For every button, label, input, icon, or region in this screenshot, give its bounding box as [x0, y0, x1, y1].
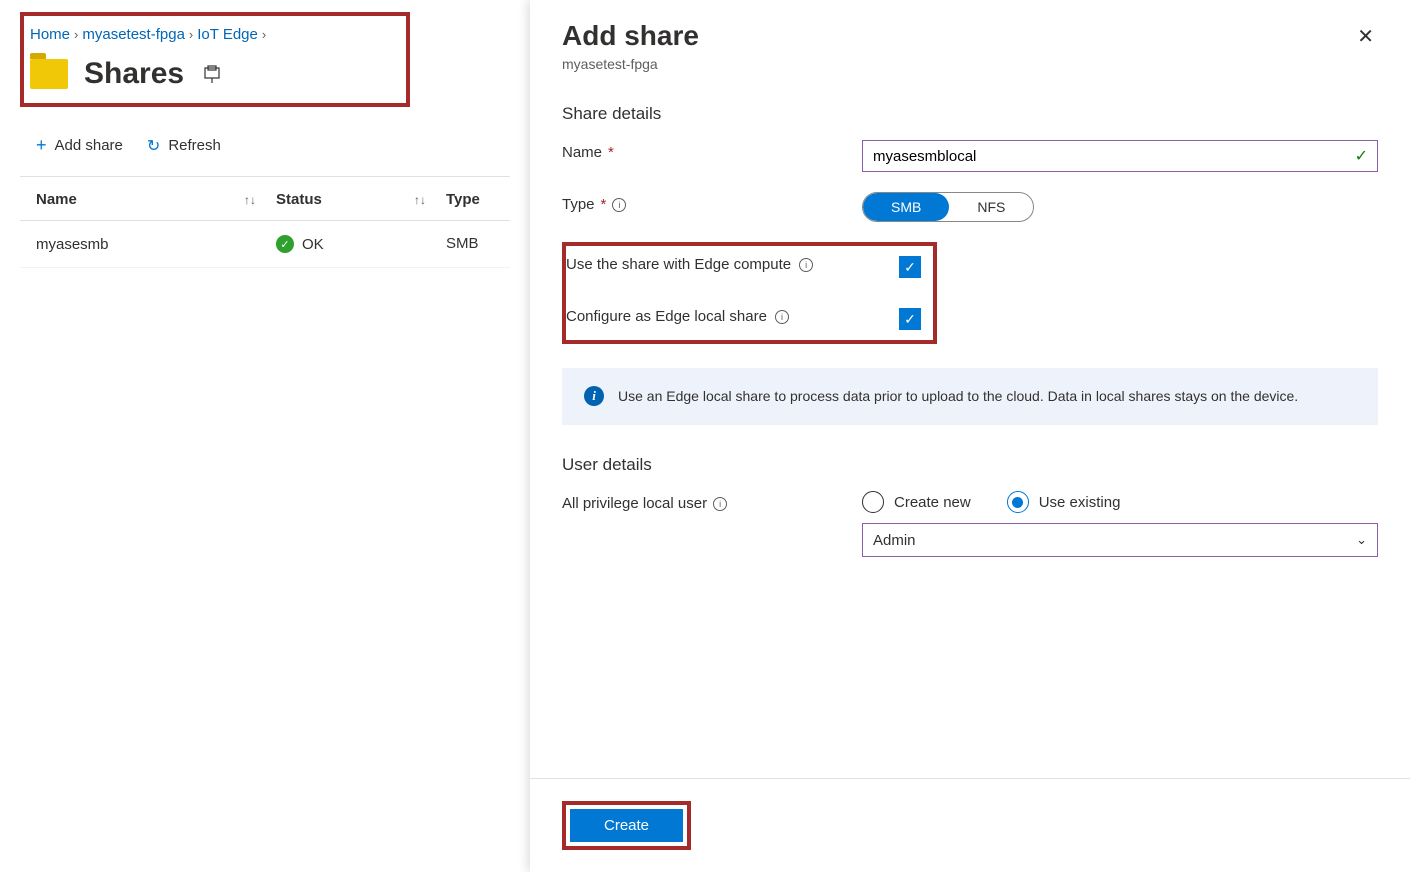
info-icon[interactable]: i	[612, 198, 626, 212]
status-text: OK	[302, 236, 324, 253]
breadcrumb-highlight: Home › myasetest-fpga › IoT Edge › Share…	[20, 12, 410, 107]
breadcrumb-home[interactable]: Home	[30, 26, 70, 43]
table-row[interactable]: myasesmb ✓ OK SMB	[20, 221, 510, 268]
create-new-radio[interactable]: Create new	[862, 491, 971, 513]
row-name: myasesmb	[36, 235, 276, 253]
configure-local-label: Configure as Edge local share	[566, 308, 767, 325]
plus-icon: +	[36, 135, 47, 156]
refresh-button[interactable]: ↻ Refresh	[147, 136, 221, 156]
sort-icon[interactable]: ↑↓	[244, 193, 256, 207]
use-existing-radio[interactable]: Use existing	[1007, 491, 1121, 513]
breadcrumb: Home › myasetest-fpga › IoT Edge ›	[30, 20, 394, 57]
name-label: Name	[562, 144, 602, 161]
panel-subtitle: myasetest-fpga	[562, 56, 699, 72]
close-icon[interactable]: ✕	[1353, 20, 1378, 53]
folder-icon	[30, 59, 68, 89]
col-name-header[interactable]: Name	[36, 191, 77, 208]
create-highlight: Create	[562, 801, 691, 850]
type-label: Type	[562, 196, 595, 213]
type-toggle: SMB NFS	[862, 192, 1034, 222]
privilege-label: All privilege local user	[562, 495, 707, 512]
radio-icon	[862, 491, 884, 513]
sort-icon[interactable]: ↑↓	[414, 193, 426, 207]
refresh-icon: ↻	[147, 136, 160, 156]
row-type: SMB	[446, 235, 494, 253]
col-status-header[interactable]: Status	[276, 191, 322, 208]
chevron-right-icon: ›	[189, 27, 193, 42]
type-smb-option[interactable]: SMB	[863, 193, 949, 221]
check-icon: ✓	[1355, 146, 1368, 166]
user-select[interactable]: Admin ⌄	[862, 523, 1378, 557]
share-details-heading: Share details	[562, 104, 1378, 124]
user-select-value: Admin	[873, 532, 916, 549]
add-share-label: Add share	[55, 137, 123, 154]
info-icon[interactable]: i	[799, 258, 813, 272]
chevron-right-icon: ›	[262, 27, 266, 42]
panel-title: Add share	[562, 20, 699, 52]
share-name-input[interactable]	[862, 140, 1378, 172]
col-type-header[interactable]: Type	[446, 191, 480, 208]
table-header: Name ↑↓ Status ↑↓ Type	[20, 176, 510, 221]
toolbar: + Add share ↻ Refresh	[20, 107, 510, 176]
pin-icon[interactable]	[200, 62, 224, 86]
required-asterisk: *	[601, 196, 607, 213]
required-asterisk: *	[608, 144, 614, 161]
use-edge-compute-label: Use the share with Edge compute	[566, 256, 791, 273]
configure-local-checkbox[interactable]: ✓	[899, 308, 921, 330]
add-share-panel: Add share myasetest-fpga ✕ Share details…	[530, 0, 1410, 872]
info-text: Use an Edge local share to process data …	[618, 386, 1298, 407]
checkbox-highlight: Use the share with Edge compute i ✓ Conf…	[562, 242, 937, 344]
use-existing-label: Use existing	[1039, 494, 1121, 511]
info-box: i Use an Edge local share to process dat…	[562, 368, 1378, 425]
type-nfs-option[interactable]: NFS	[949, 193, 1033, 221]
breadcrumb-device[interactable]: myasetest-fpga	[82, 26, 185, 43]
radio-icon	[1007, 491, 1029, 513]
status-badge: ✓ OK	[276, 235, 324, 253]
info-icon[interactable]: i	[775, 310, 789, 324]
chevron-right-icon: ›	[74, 27, 78, 42]
user-details-heading: User details	[562, 455, 1378, 475]
page-title: Shares	[84, 57, 184, 91]
check-circle-icon: ✓	[276, 235, 294, 253]
add-share-button[interactable]: + Add share	[36, 135, 123, 156]
create-new-label: Create new	[894, 494, 971, 511]
info-circle-icon: i	[584, 386, 604, 406]
breadcrumb-section[interactable]: IoT Edge	[197, 26, 258, 43]
refresh-label: Refresh	[168, 137, 221, 154]
info-icon[interactable]: i	[713, 497, 727, 511]
create-button[interactable]: Create	[570, 809, 683, 842]
use-edge-compute-checkbox[interactable]: ✓	[899, 256, 921, 278]
chevron-down-icon: ⌄	[1356, 532, 1367, 548]
